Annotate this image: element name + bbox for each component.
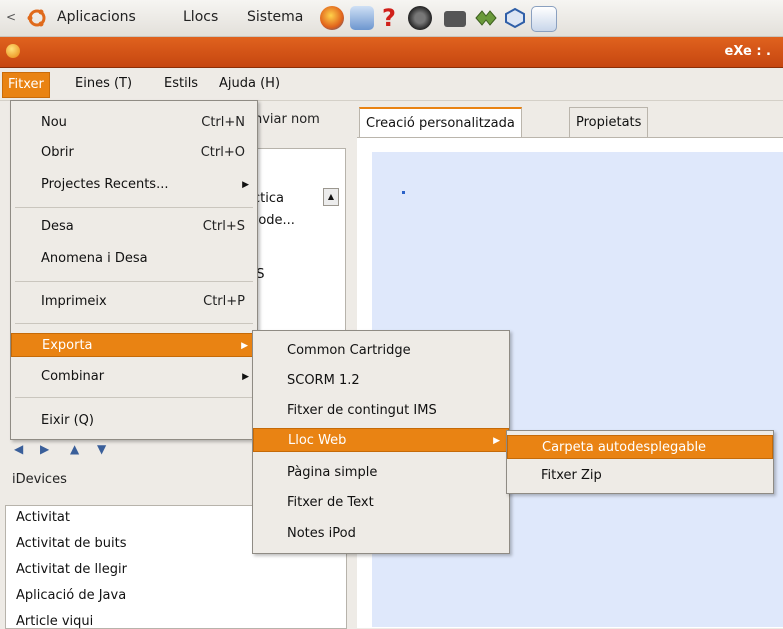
gnome-top-panel: < Aplicacions Llocs Sistema ? xyxy=(0,0,783,37)
promote-node-icon[interactable]: ◀ xyxy=(14,442,23,456)
terminal-icon[interactable] xyxy=(408,6,432,30)
mail-icon[interactable] xyxy=(350,6,374,30)
menu-item-merge[interactable]: Combinar ▶ xyxy=(11,365,257,389)
menu-item-save[interactable]: Desa Ctrl+S xyxy=(11,215,257,239)
website-submenu: Carpeta autodesplegable Fitxer Zip xyxy=(506,430,774,494)
menu-styles[interactable]: Estils xyxy=(159,72,203,96)
idevices-heading: iDevices xyxy=(12,472,67,487)
export-scorm[interactable]: SCORM 1.2 xyxy=(253,369,509,393)
tab-authoring[interactable]: Creació personalitzada xyxy=(359,107,522,139)
export-text-file[interactable]: Fitxer de Text xyxy=(253,491,509,515)
submenu-arrow-icon: ▶ xyxy=(493,436,500,446)
list-item[interactable]: Activitat de llegir xyxy=(16,562,127,577)
menu-tools[interactable]: Eines (T) xyxy=(70,72,137,96)
scroll-up-button[interactable]: ▲ xyxy=(323,188,339,206)
panel-menu-places[interactable]: Llocs xyxy=(183,9,218,25)
tab-properties[interactable]: Propietats xyxy=(569,107,649,138)
demote-node-icon[interactable]: ▶ xyxy=(40,442,49,456)
calendar-icon[interactable] xyxy=(531,6,557,32)
help-icon[interactable]: ? xyxy=(382,4,396,32)
camera-icon[interactable] xyxy=(444,11,466,27)
move-up-icon[interactable]: ▲ xyxy=(70,442,79,456)
menu-item-print[interactable]: Imprimeix Ctrl+P xyxy=(11,290,257,314)
export-common-cartridge[interactable]: Common Cartridge xyxy=(253,339,509,363)
menu-item-new[interactable]: Nou Ctrl+N xyxy=(11,111,257,135)
panel-collapse-icon[interactable]: < xyxy=(6,10,16,24)
menu-separator xyxy=(15,207,253,208)
menu-file[interactable]: Fitxer xyxy=(2,72,50,98)
ubuntu-logo-icon[interactable] xyxy=(26,7,48,29)
menu-item-save-as[interactable]: Anomena i Desa xyxy=(11,247,257,271)
menu-item-export[interactable]: Exporta ▶ xyxy=(11,333,257,357)
export-ipod-notes[interactable]: Notes iPod xyxy=(253,522,509,546)
export-single-page[interactable]: Pàgina simple xyxy=(253,461,509,485)
games-icon[interactable] xyxy=(474,8,498,28)
export-submenu: Common Cartridge SCORM 1.2 Fitxer de con… xyxy=(252,330,510,554)
menu-item-open[interactable]: Obrir Ctrl+O xyxy=(11,141,257,165)
menu-help[interactable]: Ajuda (H) xyxy=(214,72,285,96)
list-item[interactable]: Aplicació de Java xyxy=(16,588,126,603)
submenu-arrow-icon: ▶ xyxy=(242,180,249,190)
window-app-icon[interactable] xyxy=(6,44,20,58)
menu-item-recent-projects[interactable]: Projectes Recents... ▶ xyxy=(11,173,257,197)
export-ims[interactable]: Fitxer de contingut IMS xyxy=(253,399,509,423)
canvas-cursor-mark xyxy=(402,191,405,194)
panel-menu-system[interactable]: Sistema xyxy=(247,9,303,25)
submenu-arrow-icon: ▶ xyxy=(242,372,249,382)
firefox-icon[interactable] xyxy=(320,6,344,30)
menu-separator xyxy=(15,397,253,398)
move-down-icon[interactable]: ▼ xyxy=(97,442,106,456)
submenu-arrow-icon: ▶ xyxy=(241,341,248,351)
panel-menu-applications[interactable]: Aplicacions xyxy=(57,9,136,25)
list-item[interactable]: Activitat xyxy=(16,510,70,525)
web-export-folder[interactable]: Carpeta autodesplegable xyxy=(507,435,773,459)
network-icon[interactable] xyxy=(503,7,527,29)
window-title: eXe : . xyxy=(724,44,772,59)
menubar: Fitxer Eines (T) Estils Ajuda (H) xyxy=(0,68,783,101)
menu-separator xyxy=(15,281,253,282)
window-titlebar[interactable]: eXe : . xyxy=(0,37,783,68)
menu-item-quit[interactable]: Eixir (Q) xyxy=(11,409,257,433)
web-export-zip[interactable]: Fitxer Zip xyxy=(507,464,773,488)
list-item[interactable]: Activitat de buits xyxy=(16,536,126,551)
menu-separator xyxy=(15,323,253,324)
file-menu: Nou Ctrl+N Obrir Ctrl+O Projectes Recent… xyxy=(10,100,258,440)
export-website[interactable]: Lloc Web ▶ xyxy=(253,428,509,452)
